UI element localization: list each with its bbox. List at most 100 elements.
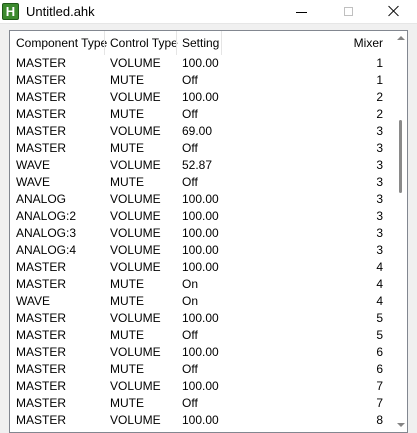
cell-mixer: 3 [376, 209, 383, 223]
cell-control-type: MUTE [110, 294, 144, 308]
cell-control-type: VOLUME [110, 90, 161, 104]
cell-setting: Off [182, 396, 198, 410]
cell-control-type: MUTE [110, 396, 144, 410]
table-row[interactable]: WAVE MUTE On 4 [10, 293, 395, 310]
table-row[interactable]: MASTER VOLUME 100.00 5 [10, 310, 395, 327]
column-header-mixer[interactable]: Mixer [221, 31, 395, 55]
cell-setting: 100.00 [182, 260, 219, 274]
table-row[interactable]: MASTER MUTE Off 7 [10, 395, 395, 412]
cell-component-type: ANALOG:3 [16, 226, 77, 240]
app-window: H Untitled.ahk Component Type Control Ty… [0, 0, 417, 433]
cell-mixer: 7 [376, 396, 383, 410]
cell-component-type: MASTER [16, 73, 67, 87]
cell-control-type: VOLUME [110, 192, 161, 206]
cell-mixer: 3 [376, 192, 383, 206]
cell-mixer: 3 [376, 243, 383, 257]
cell-mixer: 3 [376, 124, 383, 138]
cell-component-type: MASTER [16, 56, 67, 70]
cell-mixer: 7 [376, 379, 383, 393]
cell-control-type: VOLUME [110, 209, 161, 223]
cell-component-type: MASTER [16, 328, 67, 342]
cell-setting: On [182, 294, 199, 308]
cell-control-type: MUTE [110, 73, 144, 87]
table-row[interactable]: MASTER VOLUME 100.00 2 [10, 89, 395, 106]
cell-control-type: MUTE [110, 175, 144, 189]
app-icon-letter: H [5, 4, 16, 19]
cell-setting: On [182, 277, 199, 291]
cell-setting: 100.00 [182, 379, 219, 393]
table-row[interactable]: MASTER MUTE On 4 [10, 276, 395, 293]
cell-component-type: MASTER [16, 311, 67, 325]
cell-mixer: 4 [376, 294, 383, 308]
cell-mixer: 3 [376, 175, 383, 189]
table-row[interactable]: WAVE MUTE Off 3 [10, 174, 395, 191]
table-row[interactable]: MASTER MUTE Off 1 [10, 72, 395, 89]
cell-component-type: MASTER [16, 345, 67, 359]
table-row[interactable]: WAVE VOLUME 52.87 3 [10, 157, 395, 174]
cell-mixer: 8 [376, 413, 383, 427]
cell-setting: 100.00 [182, 209, 219, 223]
cell-control-type: VOLUME [110, 158, 161, 172]
maximize-icon [344, 7, 353, 16]
table-row[interactable]: MASTER VOLUME 100.00 7 [10, 378, 395, 395]
close-icon [388, 5, 400, 17]
cell-setting: Off [182, 73, 198, 87]
cell-component-type: ANALOG:2 [16, 209, 77, 223]
title-bar[interactable]: H Untitled.ahk [0, 0, 417, 24]
table-row[interactable]: MASTER VOLUME 100.00 4 [10, 259, 395, 276]
scrollbar-thumb[interactable] [399, 120, 402, 193]
cell-control-type: VOLUME [110, 260, 161, 274]
table-row[interactable]: ANALOG:2 VOLUME 100.00 3 [10, 208, 395, 225]
table-row[interactable]: MASTER MUTE Off 5 [10, 327, 395, 344]
cell-setting: 69.00 [182, 124, 213, 138]
cell-setting: Off [182, 328, 198, 342]
table-row[interactable]: MASTER MUTE Off 3 [10, 140, 395, 157]
cell-setting: 100.00 [182, 243, 219, 257]
cell-component-type: MASTER [16, 141, 67, 155]
table-row[interactable]: MASTER VOLUME 100.00 6 [10, 344, 395, 361]
cell-control-type: VOLUME [110, 413, 161, 427]
cell-component-type: MASTER [16, 413, 67, 427]
mixer-listview[interactable]: Component Type Control Type Setting Mixe… [9, 30, 408, 433]
close-button[interactable] [371, 0, 417, 24]
cell-control-type: VOLUME [110, 226, 161, 240]
table-row[interactable]: MASTER VOLUME 69.00 3 [10, 123, 395, 140]
cell-control-type: VOLUME [110, 243, 161, 257]
scroll-down-icon[interactable] [397, 423, 405, 427]
cell-control-type: MUTE [110, 277, 144, 291]
cell-component-type: MASTER [16, 107, 67, 121]
cell-control-type: MUTE [110, 362, 144, 376]
cell-setting: Off [182, 107, 198, 121]
table-row[interactable]: ANALOG:4 VOLUME 100.00 3 [10, 242, 395, 259]
vertical-scrollbar[interactable] [394, 31, 407, 432]
table-row[interactable]: ANALOG:3 VOLUME 100.00 3 [10, 225, 395, 242]
cell-mixer: 1 [376, 56, 383, 70]
table-row[interactable]: MASTER VOLUME 100.00 1 [10, 55, 395, 72]
table-row[interactable]: MASTER MUTE Off 2 [10, 106, 395, 123]
cell-mixer: 2 [376, 107, 383, 121]
cell-setting: Off [182, 362, 198, 376]
cell-control-type: MUTE [110, 141, 144, 155]
cell-setting: 100.00 [182, 56, 219, 70]
cell-mixer: 3 [376, 158, 383, 172]
rows-container: MASTER VOLUME 100.00 1 MASTER MUTE Off 1 MASTE… [10, 55, 395, 429]
column-header: Component Type Control Type Setting Mixe… [10, 31, 395, 55]
cell-mixer: 6 [376, 345, 383, 359]
table-row[interactable]: ANALOG VOLUME 100.00 3 [10, 191, 395, 208]
cell-control-type: VOLUME [110, 379, 161, 393]
column-header-control-type[interactable]: Control Type [104, 31, 178, 55]
table-row[interactable]: MASTER VOLUME 100.00 8 [10, 412, 395, 429]
minimize-button[interactable] [279, 0, 325, 24]
cell-component-type: WAVE [16, 158, 51, 172]
cell-setting: 100.00 [182, 226, 219, 240]
cell-component-type: MASTER [16, 379, 67, 393]
cell-component-type: MASTER [16, 90, 67, 104]
cell-setting: 100.00 [182, 413, 219, 427]
cell-mixer: 3 [376, 141, 383, 155]
column-header-setting[interactable]: Setting [176, 31, 221, 55]
table-row[interactable]: MASTER MUTE Off 6 [10, 361, 395, 378]
column-header-component-type[interactable]: Component Type [10, 31, 107, 55]
cell-component-type: MASTER [16, 124, 67, 138]
cell-mixer: 4 [376, 277, 383, 291]
scroll-up-icon[interactable] [397, 36, 405, 40]
